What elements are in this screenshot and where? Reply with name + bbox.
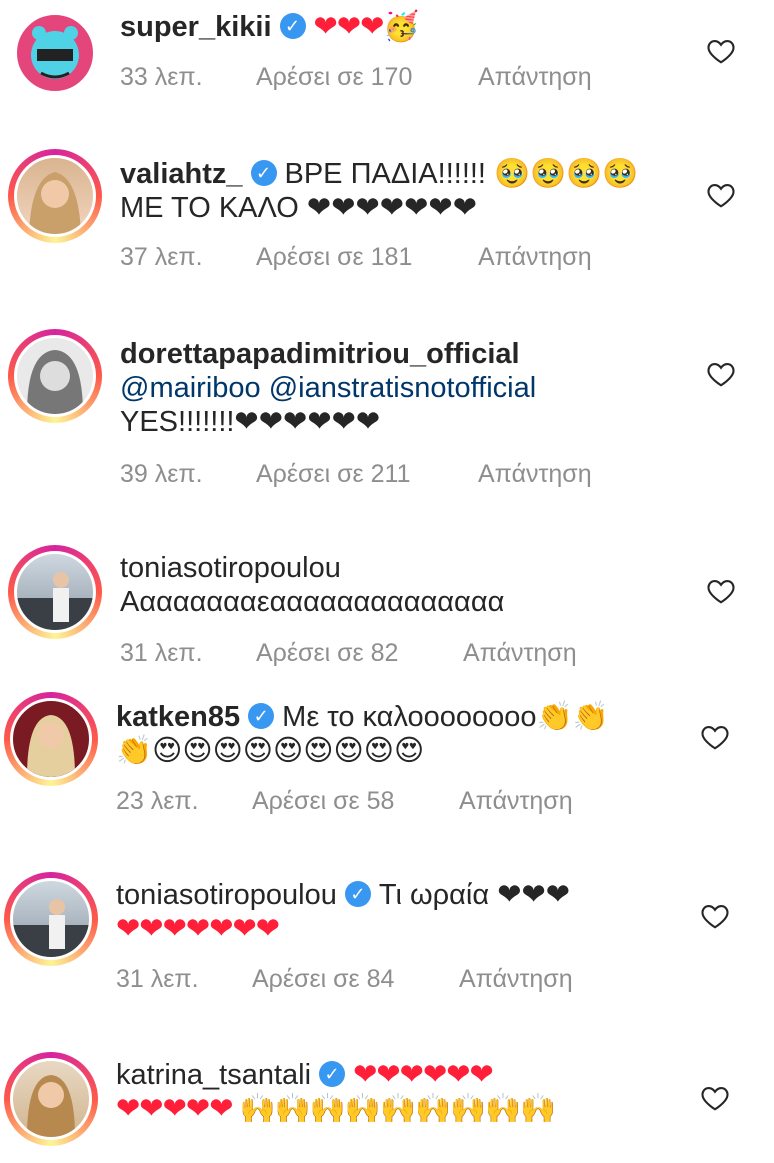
mentions[interactable]: @mairiboo @ianstratisnotofficial [120, 372, 536, 404]
username[interactable]: super_kikii [120, 11, 272, 43]
timestamp: 23 λεπ. [116, 787, 199, 815]
comment-body: ❤❤❤🥳 [313, 11, 420, 43]
like-heart-icon[interactable] [706, 576, 736, 606]
like-heart-icon[interactable] [700, 901, 730, 931]
comment-body: YES!!!!!!!❤❤❤❤❤❤ [120, 406, 381, 438]
reply-button[interactable]: Απάντηση [459, 787, 573, 816]
verified-badge-icon: ✓ [319, 1061, 346, 1088]
avatar-ring [4, 872, 98, 966]
reply-button[interactable]: Απάντηση [478, 243, 592, 272]
verified-badge-icon: ✓ [344, 881, 371, 908]
comment-meta: 39 λεπ. Αρέσει σε 211 Απάντηση [120, 460, 592, 489]
comment-body-line2: ΜΕ ΤΟ ΚΑΛΟ ❤❤❤❤❤❤❤ [120, 192, 477, 224]
timestamp: 39 λεπ. [120, 460, 203, 488]
comment-text: katken85 ✓ Με το καλοοοοοοοο👏👏 👏😍😍😍😍😍😍😍😍😍 [116, 700, 609, 768]
comment-meta: 37 λεπ. Αρέσει σε 181 Απάντηση [120, 243, 592, 272]
username[interactable]: katrina_tsantali [116, 1059, 311, 1091]
avatar-ring [8, 149, 102, 243]
like-heart-icon[interactable] [706, 36, 736, 66]
verified-badge-icon: ✓ [279, 13, 306, 40]
avatar[interactable] [10, 878, 92, 960]
comment-text: super_kikii ✓ ❤❤❤🥳 [120, 10, 420, 44]
profile-photo-icon [27, 715, 75, 777]
comment-text: toniasotiropoulou Ααααααααεααααααααααααα… [120, 551, 504, 619]
comment-body-line2: ❤❤❤❤❤ 🙌🙌🙌🙌🙌🙌🙌🙌🙌 [116, 1093, 557, 1125]
timestamp: 31 λεπ. [116, 965, 199, 993]
likes-count[interactable]: Αρέσει σε 82 [256, 639, 463, 668]
likes-count[interactable]: Αρέσει σε 84 [252, 965, 459, 994]
likes-count[interactable]: Αρέσει σε 58 [252, 787, 459, 816]
profile-photo-icon [27, 1075, 75, 1137]
comment-text: dorettapapadimitriou_official @mairiboo … [120, 337, 536, 439]
avatar-ring [4, 692, 98, 786]
username[interactable]: toniasotiropoulou [116, 879, 337, 911]
username[interactable]: dorettapapadimitriou_official [120, 338, 520, 370]
username[interactable]: valiahtz_ [120, 158, 243, 190]
profile-photo-icon [17, 572, 93, 630]
avatar-ring [8, 545, 102, 639]
verified-badge-icon: ✓ [248, 703, 275, 730]
avatar-ring [4, 1052, 98, 1146]
likes-count[interactable]: Αρέσει σε 170 [256, 63, 478, 92]
likes-count[interactable]: Αρέσει σε 181 [256, 243, 478, 272]
profile-photo-icon [29, 172, 81, 234]
profile-photo-icon [13, 899, 89, 957]
comment-text: katrina_tsantali ✓ ❤❤❤❤❤❤ ❤❤❤❤❤ 🙌🙌🙌🙌🙌🙌🙌🙌🙌 [116, 1058, 557, 1126]
avatar-ring [8, 329, 102, 423]
comment-meta: 33 λεπ. Αρέσει σε 170 Απάντηση [120, 63, 592, 92]
like-heart-icon[interactable] [700, 1083, 730, 1113]
like-heart-icon[interactable] [700, 722, 730, 752]
username[interactable]: toniasotiropoulou [120, 552, 341, 584]
reply-button[interactable]: Απάντηση [463, 639, 577, 668]
verified-badge-icon: ✓ [250, 160, 277, 187]
avatar-ring [8, 6, 102, 100]
cartoon-avatar-icon [31, 26, 79, 79]
comment-meta: 31 λεπ. Αρέσει σε 84 Απάντηση [116, 965, 573, 994]
timestamp: 33 λεπ. [120, 63, 203, 91]
username[interactable]: katken85 [116, 701, 240, 733]
comment-text: valiahtz_ ✓ ΒΡΕ ΠΑΔΙΑ!!!!!! 🥹🥹🥹🥹 ΜΕ ΤΟ ΚΑΛ… [120, 157, 638, 225]
comment-body: ΒΡΕ ΠΑΔΙΑ!!!!!! 🥹🥹🥹🥹 [284, 158, 639, 190]
like-heart-icon[interactable] [706, 180, 736, 210]
comment-meta: 23 λεπ. Αρέσει σε 58 Απάντηση [116, 787, 573, 816]
timestamp: 37 λεπ. [120, 243, 203, 271]
reply-button[interactable]: Απάντηση [478, 63, 592, 92]
avatar[interactable] [14, 155, 96, 237]
avatar[interactable] [10, 698, 92, 780]
comment-meta: 31 λεπ. Αρέσει σε 82 Απάντηση [120, 639, 577, 668]
reply-button[interactable]: Απάντηση [459, 965, 573, 994]
comment-body: Τι ωραία ❤❤❤ [378, 879, 571, 911]
avatar[interactable] [14, 551, 96, 633]
likes-count[interactable]: Αρέσει σε 211 [256, 460, 478, 489]
avatar[interactable] [10, 1058, 92, 1140]
comment-text: toniasotiropoulou ✓ Τι ωραία ❤❤❤ ❤❤❤❤❤❤❤ [116, 878, 570, 946]
timestamp: 31 λεπ. [120, 639, 203, 667]
like-heart-icon[interactable] [706, 359, 736, 389]
comment-body-line2: ❤❤❤❤❤❤❤ [116, 913, 280, 945]
avatar[interactable] [14, 12, 96, 94]
comment-body: Ααααααααεαααααααααααααα [120, 586, 505, 618]
comment-body-line2: 👏😍😍😍😍😍😍😍😍😍 [116, 735, 425, 767]
comment-body: ❤❤❤❤❤❤ [353, 1059, 494, 1091]
profile-photo-icon [27, 350, 83, 414]
avatar[interactable] [14, 335, 96, 417]
comment-body: Με το καλοοοοοοοο👏👏 [282, 701, 609, 733]
reply-button[interactable]: Απάντηση [478, 460, 592, 489]
